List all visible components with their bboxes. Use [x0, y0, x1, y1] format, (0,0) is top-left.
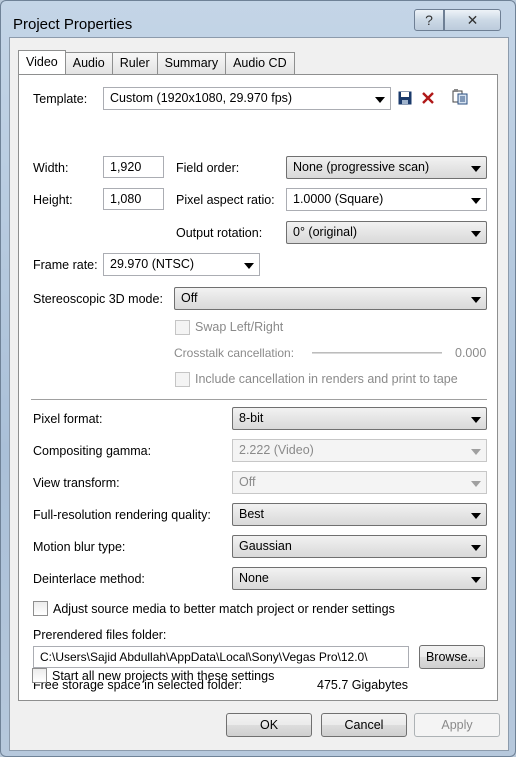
- close-button[interactable]: ✕: [444, 9, 501, 31]
- adjust-source-media-checkbox[interactable]: [33, 601, 48, 616]
- pixel-format-dropdown[interactable]: 8-bit: [232, 407, 487, 430]
- width-value: 1,920: [110, 160, 142, 174]
- field-order-value: None (progressive scan): [293, 160, 430, 174]
- prerender-folder-field[interactable]: C:\Users\Sajid Abdullah\AppData\Local\So…: [33, 646, 409, 668]
- template-label: Template:: [33, 92, 88, 106]
- start-all-projects-label: Start all new projects with these settin…: [52, 669, 275, 683]
- tab-strip: Video Audio Ruler Summary Audio CD: [18, 50, 295, 74]
- dialog-body: Video Audio Ruler Summary Audio CD Templ…: [9, 37, 509, 751]
- chevron-down-icon: [244, 263, 254, 269]
- stereo-3d-dropdown[interactable]: Off: [174, 287, 487, 310]
- cancel-button[interactable]: Cancel: [321, 713, 407, 737]
- render-quality-value: Best: [239, 507, 265, 521]
- output-rotation-value: 0° (original): [293, 225, 358, 239]
- chevron-down-icon: [471, 198, 481, 204]
- chevron-down-icon: [471, 577, 481, 583]
- pixel-aspect-value: 1.0000 (Square): [293, 192, 384, 206]
- compositing-gamma-label: Compositing gamma:: [33, 444, 152, 458]
- width-field[interactable]: 1,920: [103, 156, 164, 178]
- chevron-down-icon: [471, 545, 481, 551]
- project-properties-window: Project Properties ? ✕ Video Audio Ruler…: [0, 0, 516, 757]
- chevron-down-icon: [471, 513, 481, 519]
- include-cancellation-label: Include cancellation in renders and prin…: [195, 372, 458, 386]
- deinterlace-value: None: [239, 571, 269, 585]
- title-bar[interactable]: Project Properties ? ✕: [1, 1, 515, 37]
- frame-rate-label: Frame rate:: [33, 258, 98, 272]
- field-order-label: Field order:: [176, 161, 240, 175]
- compositing-gamma-value: 2.222 (Video): [239, 443, 314, 457]
- video-tab-panel: Template: Custom (1920x1080, 29.970 fps)…: [18, 74, 498, 701]
- view-transform-dropdown[interactable]: Off: [232, 471, 487, 494]
- match-media-settings-icon: [452, 89, 468, 105]
- motion-blur-label: Motion blur type:: [33, 540, 126, 554]
- chevron-down-icon: [471, 166, 481, 172]
- browse-button[interactable]: Browse...: [419, 645, 485, 669]
- stereo-3d-value: Off: [181, 291, 198, 305]
- pixel-aspect-dropdown[interactable]: 1.0000 (Square): [286, 188, 487, 211]
- adjust-source-media-label: Adjust source media to better match proj…: [53, 602, 395, 616]
- tab-ruler[interactable]: Ruler: [111, 52, 158, 74]
- template-value: Custom (1920x1080, 29.970 fps): [110, 91, 293, 105]
- deinterlace-dropdown[interactable]: None: [232, 567, 487, 590]
- width-label: Width:: [33, 161, 69, 175]
- motion-blur-value: Gaussian: [239, 539, 292, 553]
- height-label: Height:: [33, 193, 73, 207]
- height-field[interactable]: 1,080: [103, 188, 164, 210]
- pixel-aspect-label: Pixel aspect ratio:: [176, 193, 275, 207]
- chevron-down-icon: [375, 97, 385, 103]
- crosstalk-slider[interactable]: [312, 352, 442, 354]
- view-transform-value: Off: [239, 475, 256, 489]
- free-space-value: 475.7 Gigabytes: [317, 678, 409, 692]
- pixel-format-value: 8-bit: [239, 411, 264, 425]
- divider: [31, 399, 487, 400]
- match-media-button[interactable]: [451, 88, 469, 106]
- apply-button[interactable]: Apply: [414, 713, 500, 737]
- view-transform-label: View transform:: [33, 476, 120, 490]
- prerender-folder-label: Prerendered files folder:: [33, 628, 167, 642]
- prerender-folder-path: C:\Users\Sajid Abdullah\AppData\Local\So…: [40, 650, 368, 664]
- ok-button[interactable]: OK: [226, 713, 312, 737]
- tab-summary[interactable]: Summary: [156, 52, 227, 74]
- frame-rate-value: 29.970 (NTSC): [110, 257, 195, 271]
- window-title: Project Properties: [13, 16, 133, 33]
- chevron-down-icon: [471, 417, 481, 423]
- chevron-down-icon: [471, 449, 481, 455]
- chevron-down-icon: [471, 481, 481, 487]
- tab-video[interactable]: Video: [18, 50, 66, 74]
- deinterlace-label: Deinterlace method:: [33, 572, 145, 586]
- render-quality-dropdown[interactable]: Best: [232, 503, 487, 526]
- output-rotation-label: Output rotation:: [176, 226, 263, 240]
- delete-icon: [422, 92, 434, 104]
- render-quality-label: Full-resolution rendering quality:: [33, 508, 211, 522]
- swap-left-right-checkbox[interactable]: [175, 320, 190, 335]
- motion-blur-dropdown[interactable]: Gaussian: [232, 535, 487, 558]
- close-icon: ✕: [466, 11, 479, 28]
- start-all-projects-checkbox[interactable]: [32, 668, 47, 683]
- tab-audio-cd[interactable]: Audio CD: [225, 52, 295, 74]
- delete-template-button[interactable]: [419, 89, 437, 107]
- tab-audio[interactable]: Audio: [64, 52, 113, 74]
- crosstalk-label: Crosstalk cancellation:: [174, 346, 295, 360]
- field-order-dropdown[interactable]: None (progressive scan): [286, 156, 487, 179]
- template-dropdown[interactable]: Custom (1920x1080, 29.970 fps): [103, 87, 391, 110]
- swap-left-right-label: Swap Left/Right: [195, 320, 284, 334]
- save-template-button[interactable]: [396, 89, 414, 107]
- compositing-gamma-dropdown[interactable]: 2.222 (Video): [232, 439, 487, 462]
- stereo-3d-label: Stereoscopic 3D mode:: [33, 292, 163, 306]
- save-icon: [398, 91, 412, 105]
- help-icon: ?: [425, 12, 433, 28]
- height-value: 1,080: [110, 192, 142, 206]
- crosstalk-value: 0.000: [455, 346, 487, 360]
- help-button[interactable]: ?: [414, 9, 444, 31]
- chevron-down-icon: [471, 231, 481, 237]
- output-rotation-dropdown[interactable]: 0° (original): [286, 221, 487, 244]
- frame-rate-dropdown[interactable]: 29.970 (NTSC): [103, 253, 260, 276]
- chevron-down-icon: [471, 297, 481, 303]
- include-cancellation-checkbox[interactable]: [175, 372, 190, 387]
- pixel-format-label: Pixel format:: [33, 412, 103, 426]
